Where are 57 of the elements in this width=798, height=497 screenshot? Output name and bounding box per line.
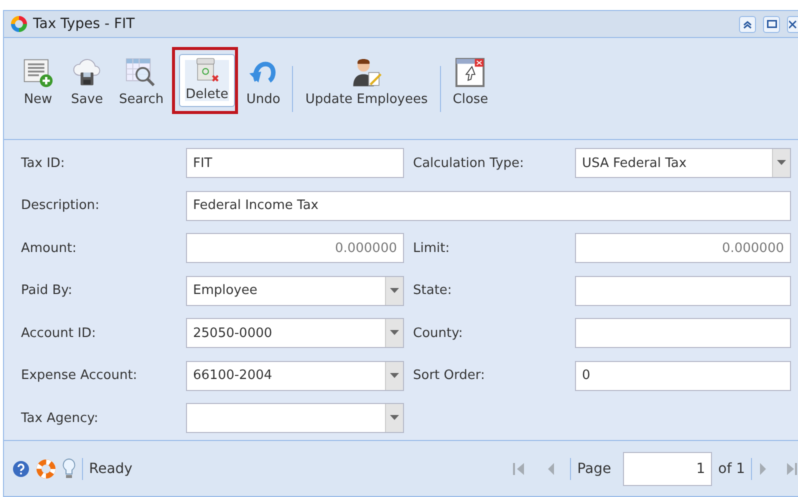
page-count: of 1 (718, 460, 745, 476)
dropdown-arrow-icon (390, 372, 399, 378)
app-logo-icon (10, 15, 28, 33)
help-icon[interactable] (12, 460, 30, 478)
field-label: County: (412, 326, 464, 340)
toolbar-button[interactable]: Close (446, 54, 496, 112)
field-label: Account ID: (21, 326, 97, 340)
input-field[interactable]: FIT (186, 148, 404, 178)
field-label: Tax ID: (21, 156, 66, 170)
input-field[interactable]: Federal Income Tax (186, 190, 791, 220)
dropdown-arrow-icon (777, 160, 786, 166)
document-add-icon (21, 57, 55, 88)
dropdown-field[interactable]: Employee (186, 276, 404, 306)
last-page-icon[interactable] (786, 460, 798, 476)
field-label: Amount: (21, 240, 78, 256)
input-field[interactable] (575, 318, 791, 348)
field-label: Tax Agency: (21, 410, 100, 426)
window-title: Tax Types - FIT (33, 16, 136, 32)
page-label: Page (577, 460, 612, 476)
window-close-icon (454, 57, 486, 88)
next-page-icon[interactable] (758, 460, 768, 476)
close-button[interactable] (787, 16, 798, 32)
field-label: Description: (21, 198, 100, 213)
dropdown-arrow-icon (390, 415, 399, 421)
maximize-icon (766, 20, 776, 28)
lightbulb-icon[interactable] (62, 458, 76, 480)
status-text: Ready (89, 460, 134, 476)
field-label: Paid By: (21, 283, 74, 298)
field-label: Expense Account: (21, 368, 138, 383)
field-label: Calculation Type: (412, 156, 525, 170)
collapse-button[interactable] (739, 16, 756, 32)
previous-page-icon[interactable] (546, 460, 556, 476)
toolbar-button[interactable]: Search (112, 54, 171, 112)
maximize-button[interactable] (763, 16, 780, 32)
field-label: Limit: (412, 240, 451, 256)
input-field[interactable]: 0.000000 (186, 233, 404, 263)
toolbar-button[interactable]: Undo (239, 54, 288, 112)
dropdown-field[interactable]: 25050-0000 (186, 318, 404, 348)
dropdown-field[interactable]: 66100-2004 (186, 360, 404, 390)
dropdown-field[interactable]: USA Federal Tax (575, 148, 791, 178)
lifebuoy-icon[interactable] (36, 458, 56, 478)
input-field[interactable] (575, 276, 791, 306)
dropdown-field[interactable] (186, 403, 404, 433)
toolbar-button[interactable]: New (14, 54, 62, 112)
toolbar-button[interactable]: Save (63, 54, 111, 112)
input-field[interactable]: 0 (575, 360, 791, 390)
field-label: Sort Order: (412, 368, 486, 383)
close-icon (789, 20, 797, 28)
input-field[interactable]: 0.000000 (575, 233, 791, 263)
field-label: State: (412, 283, 453, 298)
dropdown-arrow-icon (390, 288, 399, 294)
toolbar-button[interactable]: Delete (178, 54, 236, 107)
page-number-field[interactable]: 1 (623, 452, 712, 486)
first-page-icon[interactable] (512, 460, 526, 476)
double-chevron-up-icon (743, 20, 752, 28)
dropdown-arrow-icon (390, 330, 399, 336)
toolbar-button[interactable]: Update Employees (298, 54, 435, 112)
